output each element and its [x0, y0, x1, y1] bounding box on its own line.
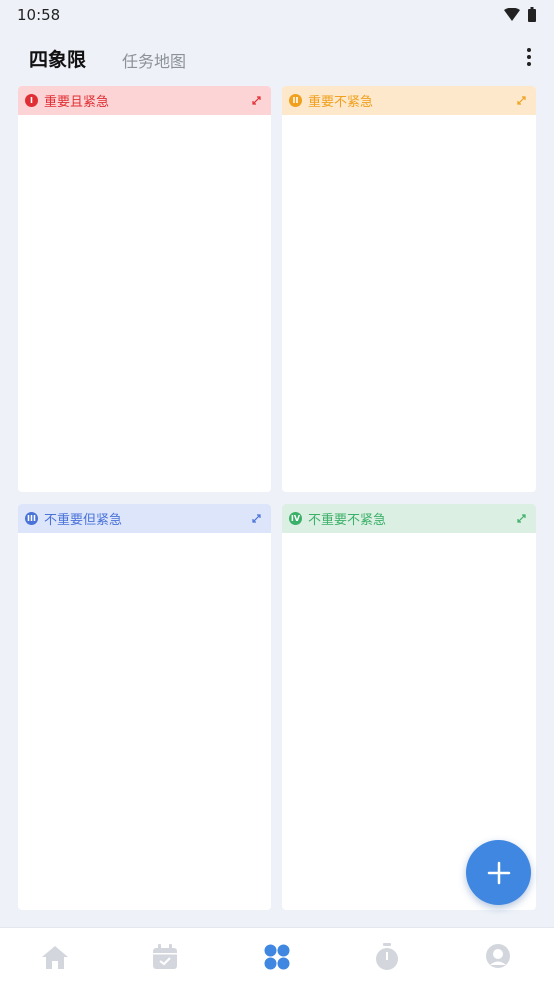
more-options-icon[interactable]	[524, 46, 534, 68]
quadrant-badge: I	[25, 94, 38, 107]
expand-icon[interactable]	[516, 513, 527, 524]
quadrant-header: II 重要不紧急	[282, 86, 536, 115]
expand-icon[interactable]	[251, 95, 262, 106]
quadrant-important-urgent[interactable]: I 重要且紧急	[18, 86, 271, 492]
timer-icon	[376, 943, 398, 970]
battery-icon	[528, 7, 536, 22]
home-icon	[42, 946, 68, 969]
quadrant-icon	[264, 944, 290, 970]
quadrant-header: IV 不重要不紧急	[282, 504, 536, 533]
status-icons	[504, 7, 536, 22]
quadrant-header: III 不重要但紧急	[18, 504, 271, 533]
quadrant-badge: IV	[289, 512, 302, 525]
status-time: 10:58	[17, 6, 61, 24]
quadrant-title: 重要不紧急	[308, 95, 374, 110]
plus-icon	[487, 861, 510, 884]
quadrant-badge: II	[289, 94, 302, 107]
expand-icon[interactable]	[251, 513, 262, 524]
nav-home[interactable]	[40, 942, 70, 972]
quadrant-title: 不重要不紧急	[308, 513, 387, 528]
status-bar: 10:58	[0, 0, 554, 30]
header: 四象限 任务地图	[0, 40, 554, 76]
quadrant-title: 重要且紧急	[44, 95, 110, 110]
nav-profile[interactable]	[483, 942, 513, 972]
wifi-icon	[504, 8, 520, 21]
calendar-check-icon	[153, 944, 177, 969]
profile-icon	[486, 944, 510, 968]
expand-icon[interactable]	[516, 95, 527, 106]
nav-timer[interactable]	[372, 942, 402, 972]
nav-quadrant[interactable]	[262, 942, 292, 972]
quadrant-title: 不重要但紧急	[44, 513, 123, 528]
quadrant-important-not-urgent[interactable]: II 重要不紧急	[282, 86, 536, 492]
add-task-button[interactable]	[466, 840, 531, 905]
tab-quadrant[interactable]: 四象限	[29, 45, 86, 72]
bottom-nav	[0, 927, 554, 987]
tab-task-map[interactable]: 任务地图	[122, 48, 186, 72]
quadrant-badge: III	[25, 512, 38, 525]
quadrant-not-important-urgent[interactable]: III 不重要但紧急	[18, 504, 271, 910]
nav-calendar[interactable]	[150, 942, 180, 972]
quadrant-header: I 重要且紧急	[18, 86, 271, 115]
